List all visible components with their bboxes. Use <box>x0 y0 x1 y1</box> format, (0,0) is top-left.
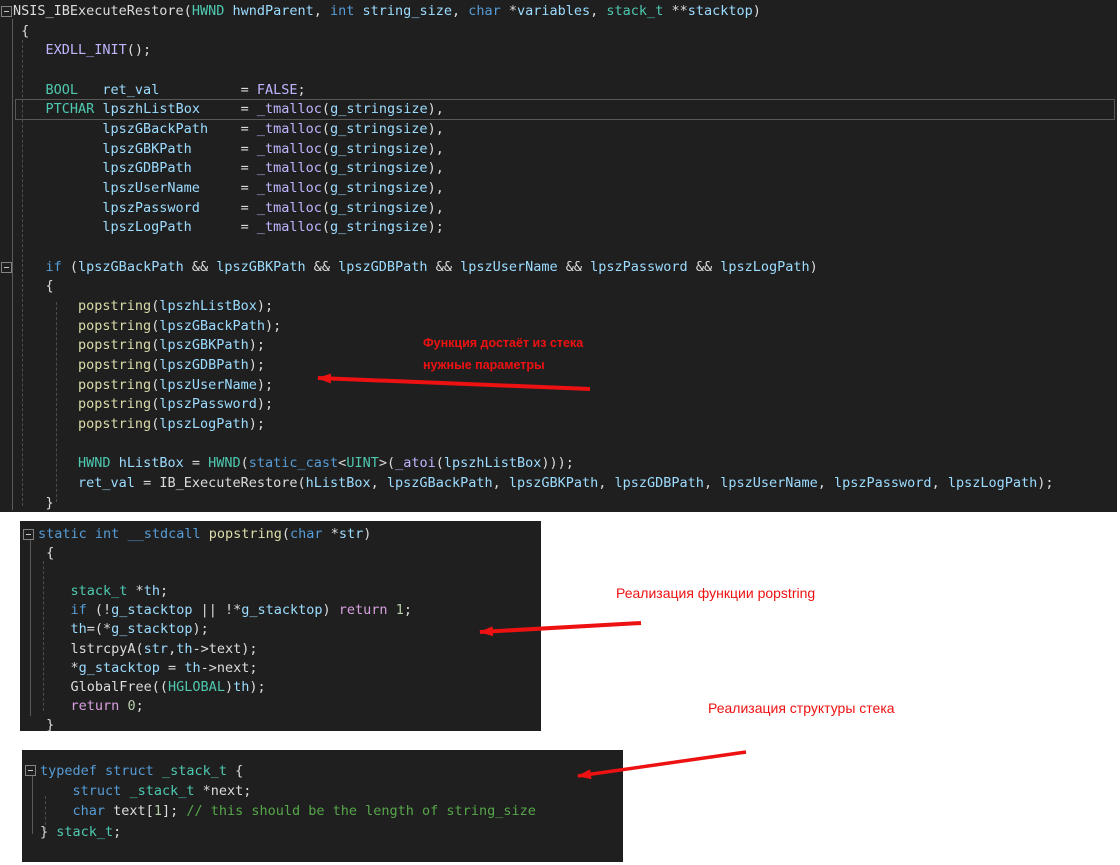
code-line[interactable]: ret_val = IB_ExecuteRestore(hListBox, lp… <box>13 474 1117 494</box>
annotation-note-stack-params: Функция достаёт из стека нужные параметр… <box>423 332 583 376</box>
code-line[interactable]: if (!g_stacktop || !*g_stacktop) return … <box>38 601 541 620</box>
code-line[interactable]: { <box>38 544 541 563</box>
fold-collapse-icon[interactable] <box>23 529 34 540</box>
code-line[interactable]: EXDLL_INIT(); <box>13 41 1117 61</box>
code-line[interactable]: NSIS_IBExecuteRestore(HWND hwndParent, i… <box>13 2 1117 22</box>
fold-collapse-icon[interactable] <box>1 6 12 17</box>
code-line[interactable]: HWND hListBox = HWND(static_cast<UINT>(_… <box>13 454 1117 474</box>
code-line[interactable]: stack_t *th; <box>38 582 541 601</box>
code-line[interactable]: { <box>13 277 1117 297</box>
code-block-main: NSIS_IBExecuteRestore(HWND hwndParent, i… <box>0 0 1117 512</box>
annotation-text-line: Функция достаёт из стека <box>423 332 583 354</box>
code-lines: static int __stdcall popstring(char *str… <box>20 521 541 731</box>
code-line[interactable]: lstrcpyA(str,th->text); <box>38 640 541 659</box>
code-line[interactable]: popstring(lpszLogPath); <box>13 415 1117 435</box>
code-line[interactable]: typedef struct _stack_t { <box>40 761 623 781</box>
code-line[interactable]: { <box>13 22 1117 42</box>
code-line[interactable]: lpszUserName = _tmalloc(g_stringsize), <box>13 179 1117 199</box>
code-line[interactable]: lpszGBackPath = _tmalloc(g_stringsize), <box>13 120 1117 140</box>
code-block-stack-struct: typedef struct _stack_t { struct _stack_… <box>22 750 623 862</box>
code-line[interactable]: } <box>13 494 1117 512</box>
code-lines: NSIS_IBExecuteRestore(HWND hwndParent, i… <box>0 0 1117 512</box>
code-line[interactable] <box>13 435 1117 455</box>
code-line[interactable]: return 0; <box>38 697 541 716</box>
code-line[interactable]: popstring(lpszhListBox); <box>13 297 1117 317</box>
code-lines: typedef struct _stack_t { struct _stack_… <box>22 750 623 842</box>
code-line[interactable]: lpszPassword = _tmalloc(g_stringsize), <box>13 199 1117 219</box>
fold-collapse-icon[interactable] <box>25 765 36 776</box>
annotation-text-line: нужные параметры <box>423 354 583 376</box>
code-line[interactable]: struct _stack_t *next; <box>40 781 623 801</box>
fold-collapse-icon[interactable] <box>1 262 12 273</box>
code-line[interactable]: *g_stacktop = th->next; <box>38 659 541 678</box>
code-line[interactable]: char text[1]; // this should be the leng… <box>40 801 623 821</box>
code-line[interactable]: th=(*g_stacktop); <box>38 620 541 639</box>
code-line[interactable]: GlobalFree((HGLOBAL)th); <box>38 678 541 697</box>
code-line[interactable]: lpszGBKPath = _tmalloc(g_stringsize), <box>13 140 1117 160</box>
code-line[interactable] <box>38 563 541 582</box>
annotation-note-popstring-impl: Реализация функции popstring <box>616 585 815 601</box>
code-line[interactable]: popstring(lpszPassword); <box>13 395 1117 415</box>
code-line[interactable]: BOOL ret_val = FALSE; <box>13 81 1117 101</box>
code-block-popstring: static int __stdcall popstring(char *str… <box>20 521 541 731</box>
code-line[interactable]: if (lpszGBackPath && lpszGBKPath && lpsz… <box>13 258 1117 278</box>
code-line-current[interactable]: PTCHAR lpszhListBox = _tmalloc(g_strings… <box>13 100 1117 120</box>
code-line[interactable]: static int __stdcall popstring(char *str… <box>38 525 541 544</box>
code-line[interactable] <box>13 61 1117 81</box>
code-line[interactable]: } stack_t; <box>40 822 623 842</box>
code-line[interactable]: lpszLogPath = _tmalloc(g_stringsize); <box>13 218 1117 238</box>
code-line[interactable]: lpszGDBPath = _tmalloc(g_stringsize), <box>13 159 1117 179</box>
annotation-note-stack-struct: Реализация структуры стека <box>708 700 895 716</box>
code-line[interactable] <box>13 238 1117 258</box>
code-line[interactable]: popstring(lpszUserName); <box>13 376 1117 396</box>
code-line[interactable]: } <box>38 716 541 731</box>
